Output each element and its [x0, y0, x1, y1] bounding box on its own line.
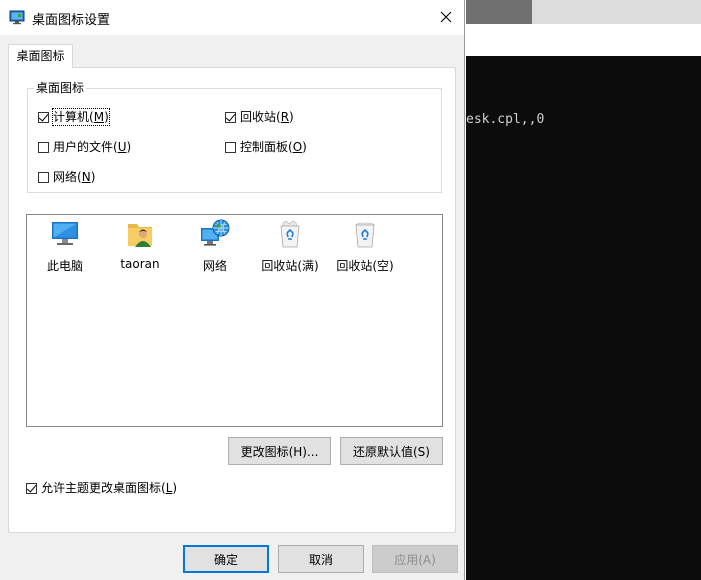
group-title: 桌面图标 — [34, 80, 87, 96]
background-toolbar — [466, 24, 701, 56]
mnemonic: R — [280, 110, 290, 124]
checkbox-label: 计算机 — [53, 110, 90, 124]
icon-item-this-pc[interactable]: 此电脑 — [28, 218, 102, 274]
desktop-settings-icon — [9, 9, 25, 25]
checkbox-label: 网络 — [53, 170, 78, 184]
user-folder-icon — [124, 218, 156, 250]
checkbox-box[interactable] — [26, 482, 37, 494]
change-icon-button[interactable]: 更改图标(H)... — [228, 437, 331, 465]
icon-item-recycle-bin-empty[interactable]: 回收站(空) — [328, 218, 402, 274]
recycle-bin-empty-icon — [349, 218, 381, 250]
checkbox-box[interactable] — [38, 111, 49, 123]
checkbox-label: 回收站 — [240, 110, 277, 124]
apply-button[interactable]: 应用(A) — [372, 545, 458, 573]
checkbox-box[interactable] — [38, 171, 49, 183]
icon-caption: 网络 — [202, 259, 227, 273]
tab-desktop-icons[interactable]: 桌面图标 — [8, 44, 73, 68]
close-icon — [440, 11, 452, 23]
checkbox-network[interactable]: 网络(N) — [38, 169, 95, 185]
monitor-icon — [49, 218, 81, 250]
icon-caption: taoran — [120, 257, 160, 271]
mnemonic: O — [292, 140, 303, 154]
dialog-title: 桌面图标设置 — [32, 13, 111, 28]
checkbox-box[interactable] — [225, 111, 236, 123]
mnemonic: U — [117, 140, 127, 154]
checkbox-user-files[interactable]: 用户的文件(U) — [38, 139, 131, 155]
checkbox-computer[interactable]: 计算机(M) — [38, 108, 110, 126]
checkbox-allow-themes[interactable]: 允许主题更改桌面图标(L) — [26, 480, 177, 496]
ok-button[interactable]: 确定 — [183, 545, 269, 573]
tab-panel: 桌面图标 计算机(M) 回收站(R) 用户的文件(U) 控制面板(O) 网络(N… — [8, 67, 456, 533]
icon-list[interactable]: 此电脑 taoran 网络 回收站(满) 回收站(空) — [26, 214, 443, 427]
checkbox-control-panel[interactable]: 控制面板(O) — [225, 139, 307, 155]
background-terminal: esk.cpl,,0 — [466, 56, 701, 580]
mnemonic: M — [93, 110, 105, 124]
checkbox-recycle-bin[interactable]: 回收站(R) — [225, 109, 294, 125]
network-globe-icon — [199, 218, 231, 250]
checkbox-label: 用户的文件 — [53, 140, 114, 154]
icon-caption: 回收站(空) — [336, 259, 394, 273]
desktop-icon-settings-dialog: 桌面图标设置 桌面图标 桌面图标 计算机(M) 回收站(R) 用户的文件(U) — [0, 0, 465, 580]
checkbox-label: 允许主题更改桌面图标 — [41, 481, 162, 495]
background-title-bar — [466, 0, 701, 24]
icon-caption: 回收站(满) — [261, 259, 319, 273]
recycle-bin-full-icon — [274, 218, 306, 250]
checkbox-label: 控制面板 — [240, 140, 289, 154]
restore-default-button[interactable]: 还原默认值(S) — [340, 437, 443, 465]
terminal-line: esk.cpl,,0 — [466, 112, 545, 127]
icon-item-network[interactable]: 网络 — [178, 218, 252, 274]
mnemonic: N — [81, 170, 91, 184]
checkbox-box[interactable] — [38, 141, 49, 153]
close-button[interactable] — [430, 2, 462, 32]
cancel-button[interactable]: 取消 — [278, 545, 364, 573]
icon-item-user[interactable]: taoran — [103, 218, 177, 271]
title-bar[interactable]: 桌面图标设置 — [0, 0, 464, 35]
mnemonic: L — [165, 481, 173, 495]
icon-item-recycle-bin-full[interactable]: 回收站(满) — [253, 218, 327, 274]
icon-caption: 此电脑 — [46, 259, 83, 273]
background-tab-segment — [466, 0, 532, 24]
checkbox-box[interactable] — [225, 141, 236, 153]
desktop-icons-group: 桌面图标 计算机(M) 回收站(R) 用户的文件(U) 控制面板(O) 网络(N… — [27, 80, 442, 193]
